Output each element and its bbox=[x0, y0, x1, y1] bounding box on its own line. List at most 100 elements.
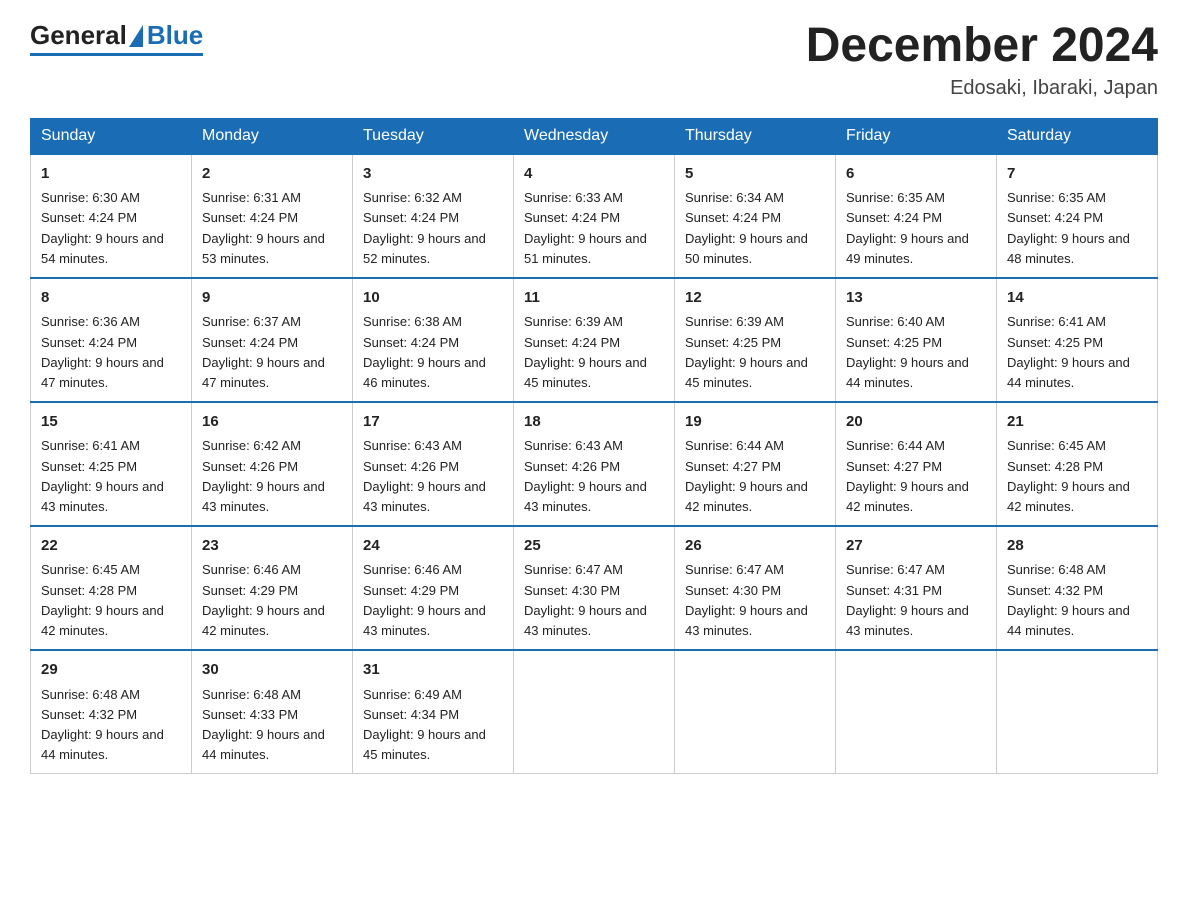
calendar-cell: 30 Sunrise: 6:48 AMSunset: 4:33 PMDayligh… bbox=[192, 650, 353, 774]
day-number: 24 bbox=[363, 535, 503, 558]
day-number: 14 bbox=[1007, 287, 1147, 310]
day-number: 5 bbox=[685, 163, 825, 186]
weekday-header-monday: Monday bbox=[192, 118, 353, 154]
day-info: Sunrise: 6:45 AMSunset: 4:28 PMDaylight:… bbox=[41, 562, 164, 637]
calendar-cell: 2Sunrise: 6:31 AMSunset: 4:24 PMDaylight… bbox=[192, 154, 353, 278]
calendar-cell: 7Sunrise: 6:35 AMSunset: 4:24 PMDaylight… bbox=[997, 154, 1158, 278]
calendar-cell: 22 Sunrise: 6:45 AMSunset: 4:28 PMDayligh… bbox=[31, 526, 192, 650]
day-info: Sunrise: 6:31 AMSunset: 4:24 PMDaylight:… bbox=[202, 190, 325, 265]
calendar-cell: 3 Sunrise: 6:32 AMSunset: 4:24 PMDaylight… bbox=[353, 154, 514, 278]
day-info: Sunrise: 6:32 AMSunset: 4:24 PMDaylight:… bbox=[363, 190, 486, 265]
calendar-cell: 23Sunrise: 6:46 AMSunset: 4:29 PMDayligh… bbox=[192, 526, 353, 650]
day-number: 9 bbox=[202, 287, 342, 310]
calendar-cell: 6Sunrise: 6:35 AMSunset: 4:24 PMDaylight… bbox=[836, 154, 997, 278]
calendar-cell: 13 Sunrise: 6:40 AMSunset: 4:25 PMDayligh… bbox=[836, 278, 997, 402]
day-info: Sunrise: 6:45 AMSunset: 4:28 PMDaylight:… bbox=[1007, 438, 1130, 513]
weekday-header-row: SundayMondayTuesdayWednesdayThursdayFrid… bbox=[31, 118, 1158, 154]
day-info: Sunrise: 6:46 AMSunset: 4:29 PMDaylight:… bbox=[363, 562, 486, 637]
calendar-cell: 25 Sunrise: 6:47 AMSunset: 4:30 PMDayligh… bbox=[514, 526, 675, 650]
day-number: 29 bbox=[41, 659, 181, 682]
day-info: Sunrise: 6:36 AMSunset: 4:24 PMDaylight:… bbox=[41, 314, 164, 389]
logo-triangle-icon bbox=[129, 25, 143, 47]
day-number: 15 bbox=[41, 411, 181, 434]
day-info: Sunrise: 6:49 AMSunset: 4:34 PMDaylight:… bbox=[363, 687, 486, 762]
calendar-cell: 1 Sunrise: 6:30 AMSunset: 4:24 PMDaylight… bbox=[31, 154, 192, 278]
day-info: Sunrise: 6:47 AMSunset: 4:30 PMDaylight:… bbox=[524, 562, 647, 637]
calendar-cell: 11Sunrise: 6:39 AMSunset: 4:24 PMDayligh… bbox=[514, 278, 675, 402]
day-info: Sunrise: 6:30 AMSunset: 4:24 PMDaylight:… bbox=[41, 190, 164, 265]
calendar-cell bbox=[997, 650, 1158, 774]
calendar-cell: 15 Sunrise: 6:41 AMSunset: 4:25 PMDayligh… bbox=[31, 402, 192, 526]
week-row-4: 22 Sunrise: 6:45 AMSunset: 4:28 PMDayligh… bbox=[31, 526, 1158, 650]
week-row-2: 8 Sunrise: 6:36 AMSunset: 4:24 PMDaylight… bbox=[31, 278, 1158, 402]
day-number: 28 bbox=[1007, 535, 1147, 558]
calendar-cell: 27Sunrise: 6:47 AMSunset: 4:31 PMDayligh… bbox=[836, 526, 997, 650]
day-number: 8 bbox=[41, 287, 181, 310]
day-number: 3 bbox=[363, 163, 503, 186]
day-info: Sunrise: 6:46 AMSunset: 4:29 PMDaylight:… bbox=[202, 562, 325, 637]
day-info: Sunrise: 6:37 AMSunset: 4:24 PMDaylight:… bbox=[202, 314, 325, 389]
calendar-cell: 21Sunrise: 6:45 AMSunset: 4:28 PMDayligh… bbox=[997, 402, 1158, 526]
day-number: 22 bbox=[41, 535, 181, 558]
day-number: 12 bbox=[685, 287, 825, 310]
day-info: Sunrise: 6:47 AMSunset: 4:30 PMDaylight:… bbox=[685, 562, 808, 637]
day-info: Sunrise: 6:44 AMSunset: 4:27 PMDaylight:… bbox=[846, 438, 969, 513]
day-number: 25 bbox=[524, 535, 664, 558]
title-area: December 2024 Edosaki, Ibaraki, Japan bbox=[806, 20, 1158, 100]
calendar-cell: 18Sunrise: 6:43 AMSunset: 4:26 PMDayligh… bbox=[514, 402, 675, 526]
day-info: Sunrise: 6:43 AMSunset: 4:26 PMDaylight:… bbox=[363, 438, 486, 513]
day-info: Sunrise: 6:41 AMSunset: 4:25 PMDaylight:… bbox=[41, 438, 164, 513]
calendar-cell: 20 Sunrise: 6:44 AMSunset: 4:27 PMDayligh… bbox=[836, 402, 997, 526]
calendar-cell: 5 Sunrise: 6:34 AMSunset: 4:24 PMDaylight… bbox=[675, 154, 836, 278]
weekday-header-thursday: Thursday bbox=[675, 118, 836, 154]
weekday-header-saturday: Saturday bbox=[997, 118, 1158, 154]
calendar-cell: 26 Sunrise: 6:47 AMSunset: 4:30 PMDayligh… bbox=[675, 526, 836, 650]
logo-blue-text: Blue bbox=[147, 20, 203, 51]
weekday-header-friday: Friday bbox=[836, 118, 997, 154]
day-number: 6 bbox=[846, 163, 986, 186]
day-number: 11 bbox=[524, 287, 664, 310]
day-number: 7 bbox=[1007, 163, 1147, 186]
calendar-cell: 9 Sunrise: 6:37 AMSunset: 4:24 PMDaylight… bbox=[192, 278, 353, 402]
day-number: 27 bbox=[846, 535, 986, 558]
day-info: Sunrise: 6:41 AMSunset: 4:25 PMDaylight:… bbox=[1007, 314, 1130, 389]
weekday-header-tuesday: Tuesday bbox=[353, 118, 514, 154]
day-info: Sunrise: 6:34 AMSunset: 4:24 PMDaylight:… bbox=[685, 190, 808, 265]
day-number: 31 bbox=[363, 659, 503, 682]
calendar-cell bbox=[514, 650, 675, 774]
logo-general-text: General bbox=[30, 20, 127, 51]
day-info: Sunrise: 6:40 AMSunset: 4:25 PMDaylight:… bbox=[846, 314, 969, 389]
day-info: Sunrise: 6:48 AMSunset: 4:33 PMDaylight:… bbox=[202, 687, 325, 762]
day-number: 16 bbox=[202, 411, 342, 434]
day-number: 20 bbox=[846, 411, 986, 434]
day-number: 1 bbox=[41, 163, 181, 186]
day-number: 13 bbox=[846, 287, 986, 310]
calendar-cell: 16Sunrise: 6:42 AMSunset: 4:26 PMDayligh… bbox=[192, 402, 353, 526]
day-info: Sunrise: 6:33 AMSunset: 4:24 PMDaylight:… bbox=[524, 190, 647, 265]
week-row-3: 15 Sunrise: 6:41 AMSunset: 4:25 PMDayligh… bbox=[31, 402, 1158, 526]
calendar-cell: 17 Sunrise: 6:43 AMSunset: 4:26 PMDayligh… bbox=[353, 402, 514, 526]
calendar-cell: 29Sunrise: 6:48 AMSunset: 4:32 PMDayligh… bbox=[31, 650, 192, 774]
day-info: Sunrise: 6:39 AMSunset: 4:25 PMDaylight:… bbox=[685, 314, 808, 389]
calendar-cell: 8 Sunrise: 6:36 AMSunset: 4:24 PMDaylight… bbox=[31, 278, 192, 402]
day-number: 26 bbox=[685, 535, 825, 558]
day-number: 17 bbox=[363, 411, 503, 434]
calendar-cell: 10 Sunrise: 6:38 AMSunset: 4:24 PMDayligh… bbox=[353, 278, 514, 402]
location-subtitle: Edosaki, Ibaraki, Japan bbox=[806, 77, 1158, 100]
weekday-header-sunday: Sunday bbox=[31, 118, 192, 154]
day-number: 18 bbox=[524, 411, 664, 434]
logo-underline bbox=[30, 53, 203, 56]
calendar-cell: 12 Sunrise: 6:39 AMSunset: 4:25 PMDayligh… bbox=[675, 278, 836, 402]
day-info: Sunrise: 6:48 AMSunset: 4:32 PMDaylight:… bbox=[1007, 562, 1130, 637]
week-row-5: 29Sunrise: 6:48 AMSunset: 4:32 PMDayligh… bbox=[31, 650, 1158, 774]
calendar-cell: 24 Sunrise: 6:46 AMSunset: 4:29 PMDayligh… bbox=[353, 526, 514, 650]
month-year-title: December 2024 bbox=[806, 20, 1158, 73]
logo: General Blue bbox=[30, 20, 203, 56]
day-number: 30 bbox=[202, 659, 342, 682]
day-number: 10 bbox=[363, 287, 503, 310]
calendar-cell: 4Sunrise: 6:33 AMSunset: 4:24 PMDaylight… bbox=[514, 154, 675, 278]
page-header: General Blue December 2024 Edosaki, Ibar… bbox=[30, 20, 1158, 100]
calendar-table: SundayMondayTuesdayWednesdayThursdayFrid… bbox=[30, 118, 1158, 774]
day-number: 19 bbox=[685, 411, 825, 434]
day-info: Sunrise: 6:38 AMSunset: 4:24 PMDaylight:… bbox=[363, 314, 486, 389]
